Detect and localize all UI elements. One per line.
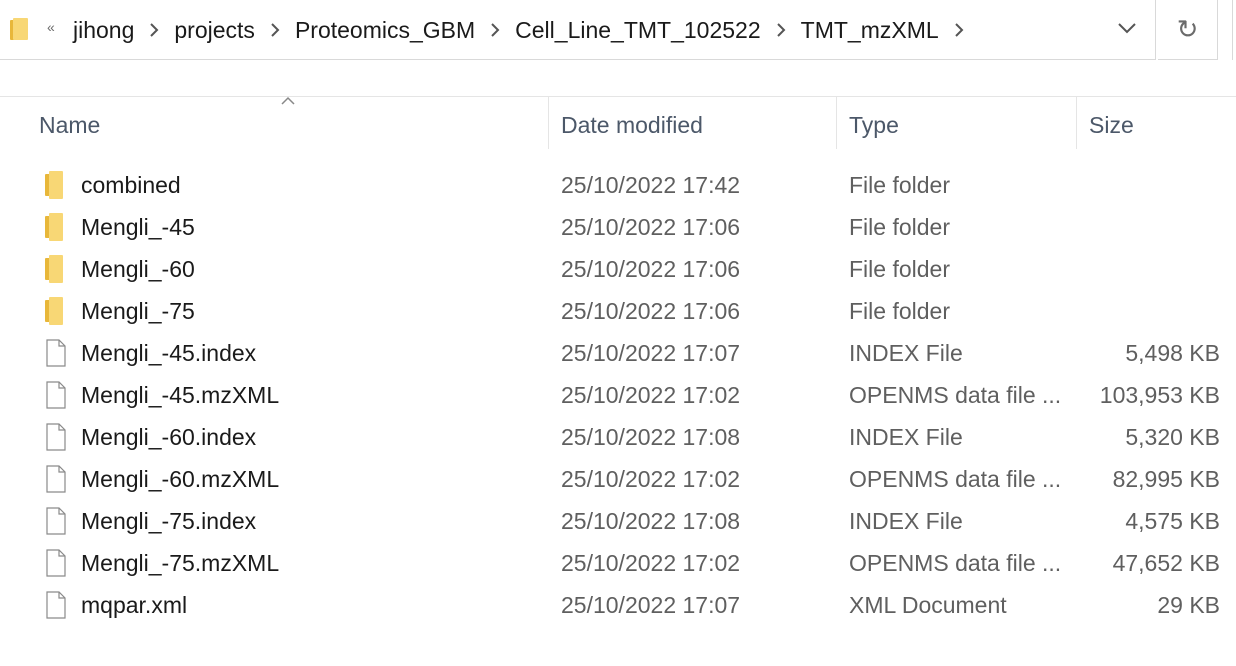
column-resize-handle[interactable]	[1076, 97, 1077, 149]
file-name: Mengli_-60.mzXML	[81, 466, 280, 492]
chevron-right-icon[interactable]	[761, 21, 801, 39]
file-icon	[44, 423, 68, 451]
folder-icon	[44, 255, 68, 283]
table-row[interactable]: mqpar.xml 25/10/2022 17:07 XML Document 29 …	[0, 584, 1236, 626]
chevron-right-icon[interactable]	[134, 21, 174, 39]
table-row[interactable]: Mengli_-45 25/10/2022 17:06 File folder	[0, 206, 1236, 248]
file-size: 4,575 KB	[1125, 508, 1220, 534]
file-date-modified: 25/10/2022 17:42	[561, 172, 741, 198]
file-name: Mengli_-45.mzXML	[81, 382, 280, 408]
file-explorer-window: « jihong projects Proteomics_GBM Cell_Li…	[0, 0, 1236, 666]
file-size: 29 KB	[1157, 592, 1220, 618]
file-size: 47,652 KB	[1112, 550, 1220, 576]
file-size: 82,995 KB	[1112, 466, 1220, 492]
folder-icon	[44, 297, 68, 325]
file-icon	[44, 549, 68, 577]
file-date-modified: 25/10/2022 17:06	[561, 214, 741, 240]
breadcrumb-item-proteomics-gbm[interactable]: Proteomics_GBM	[295, 17, 475, 44]
file-date-modified: 25/10/2022 17:06	[561, 256, 741, 282]
file-list: combined 25/10/2022 17:42 File folder Mengl…	[0, 164, 1236, 626]
chevron-right-icon[interactable]	[255, 21, 295, 39]
table-row[interactable]: combined 25/10/2022 17:42 File folder	[0, 164, 1236, 206]
file-name: Mengli_-60	[81, 256, 195, 282]
file-type: File folder	[849, 256, 950, 282]
file-date-modified: 25/10/2022 17:02	[561, 466, 741, 492]
address-bar[interactable]: « jihong projects Proteomics_GBM Cell_Li…	[0, 0, 1156, 60]
column-resize-handle[interactable]	[836, 97, 837, 149]
file-date-modified: 25/10/2022 17:02	[561, 550, 741, 576]
column-header-type[interactable]: Type	[849, 97, 899, 151]
breadcrumb-item-projects[interactable]: projects	[174, 17, 255, 44]
chevron-down-icon	[1117, 21, 1137, 39]
file-type: INDEX File	[849, 508, 963, 534]
file-icon	[44, 507, 68, 535]
file-size: 103,953 KB	[1099, 382, 1220, 408]
breadcrumb-item-tmt-mzxml[interactable]: TMT_mzXML	[801, 17, 939, 44]
file-date-modified: 25/10/2022 17:08	[561, 508, 741, 534]
file-name: Mengli_-60.index	[81, 424, 257, 450]
table-row[interactable]: Mengli_-60.index 25/10/2022 17:08 INDEX Fi…	[0, 416, 1236, 458]
column-header-date-modified[interactable]: Date modified	[561, 97, 703, 151]
breadcrumb-overflow-button[interactable]: «	[47, 19, 55, 35]
file-date-modified: 25/10/2022 17:02	[561, 382, 741, 408]
column-resize-handle[interactable]	[548, 97, 549, 149]
file-icon	[44, 339, 68, 367]
folder-icon	[10, 18, 28, 40]
file-date-modified: 25/10/2022 17:06	[561, 298, 741, 324]
search-box-edge[interactable]	[1232, 0, 1236, 60]
column-header-name[interactable]: Name	[39, 97, 100, 151]
file-icon	[44, 465, 68, 493]
file-type: OPENMS data file ...	[849, 550, 1062, 576]
address-history-dropdown[interactable]	[1104, 12, 1150, 48]
file-size: 5,320 KB	[1125, 424, 1220, 450]
file-type: XML Document	[849, 592, 1007, 618]
breadcrumb-item-jihong[interactable]: jihong	[73, 17, 134, 44]
file-name: combined	[81, 172, 181, 198]
file-type: File folder	[849, 172, 950, 198]
file-size: 5,498 KB	[1125, 340, 1220, 366]
table-row[interactable]: Mengli_-75.index 25/10/2022 17:08 INDEX Fi…	[0, 500, 1236, 542]
table-row[interactable]: Mengli_-60 25/10/2022 17:06 File folder	[0, 248, 1236, 290]
column-header-size[interactable]: Size	[1089, 97, 1134, 151]
file-type: OPENMS data file ...	[849, 466, 1062, 492]
table-row[interactable]: Mengli_-75 25/10/2022 17:06 File folder	[0, 290, 1236, 332]
chevron-right-icon[interactable]	[475, 21, 515, 39]
file-date-modified: 25/10/2022 17:07	[561, 592, 741, 618]
table-row[interactable]: Mengli_-75.mzXML 25/10/2022 17:02 OPENMS d…	[0, 542, 1236, 584]
file-date-modified: 25/10/2022 17:08	[561, 424, 741, 450]
file-date-modified: 25/10/2022 17:07	[561, 340, 741, 366]
file-type: INDEX File	[849, 424, 963, 450]
breadcrumb-item-cell-line[interactable]: Cell_Line_TMT_102522	[515, 17, 761, 44]
column-header: Name Date modified Type Size	[0, 97, 1236, 151]
breadcrumb: jihong projects Proteomics_GBM Cell_Line…	[73, 14, 979, 46]
refresh-icon: ↻	[1176, 14, 1199, 44]
file-type: File folder	[849, 298, 950, 324]
file-name: Mengli_-75.mzXML	[81, 550, 280, 576]
file-name: mqpar.xml	[81, 592, 188, 618]
file-name: Mengli_-45.index	[81, 340, 257, 366]
folder-icon	[44, 213, 68, 241]
file-type: INDEX File	[849, 340, 963, 366]
file-name: Mengli_-75.index	[81, 508, 257, 534]
file-type: File folder	[849, 214, 950, 240]
chevron-right-icon[interactable]	[939, 21, 979, 39]
file-icon	[44, 381, 68, 409]
refresh-button[interactable]: ↻	[1158, 0, 1218, 60]
file-type: OPENMS data file ...	[849, 382, 1062, 408]
table-row[interactable]: Mengli_-60.mzXML 25/10/2022 17:02 OPENMS d…	[0, 458, 1236, 500]
table-row[interactable]: Mengli_-45.index 25/10/2022 17:07 INDEX Fi…	[0, 332, 1236, 374]
file-name: Mengli_-45	[81, 214, 195, 240]
file-icon	[44, 591, 68, 619]
table-row[interactable]: Mengli_-45.mzXML 25/10/2022 17:02 OPENMS d…	[0, 374, 1236, 416]
folder-icon	[44, 171, 68, 199]
file-name: Mengli_-75	[81, 298, 195, 324]
